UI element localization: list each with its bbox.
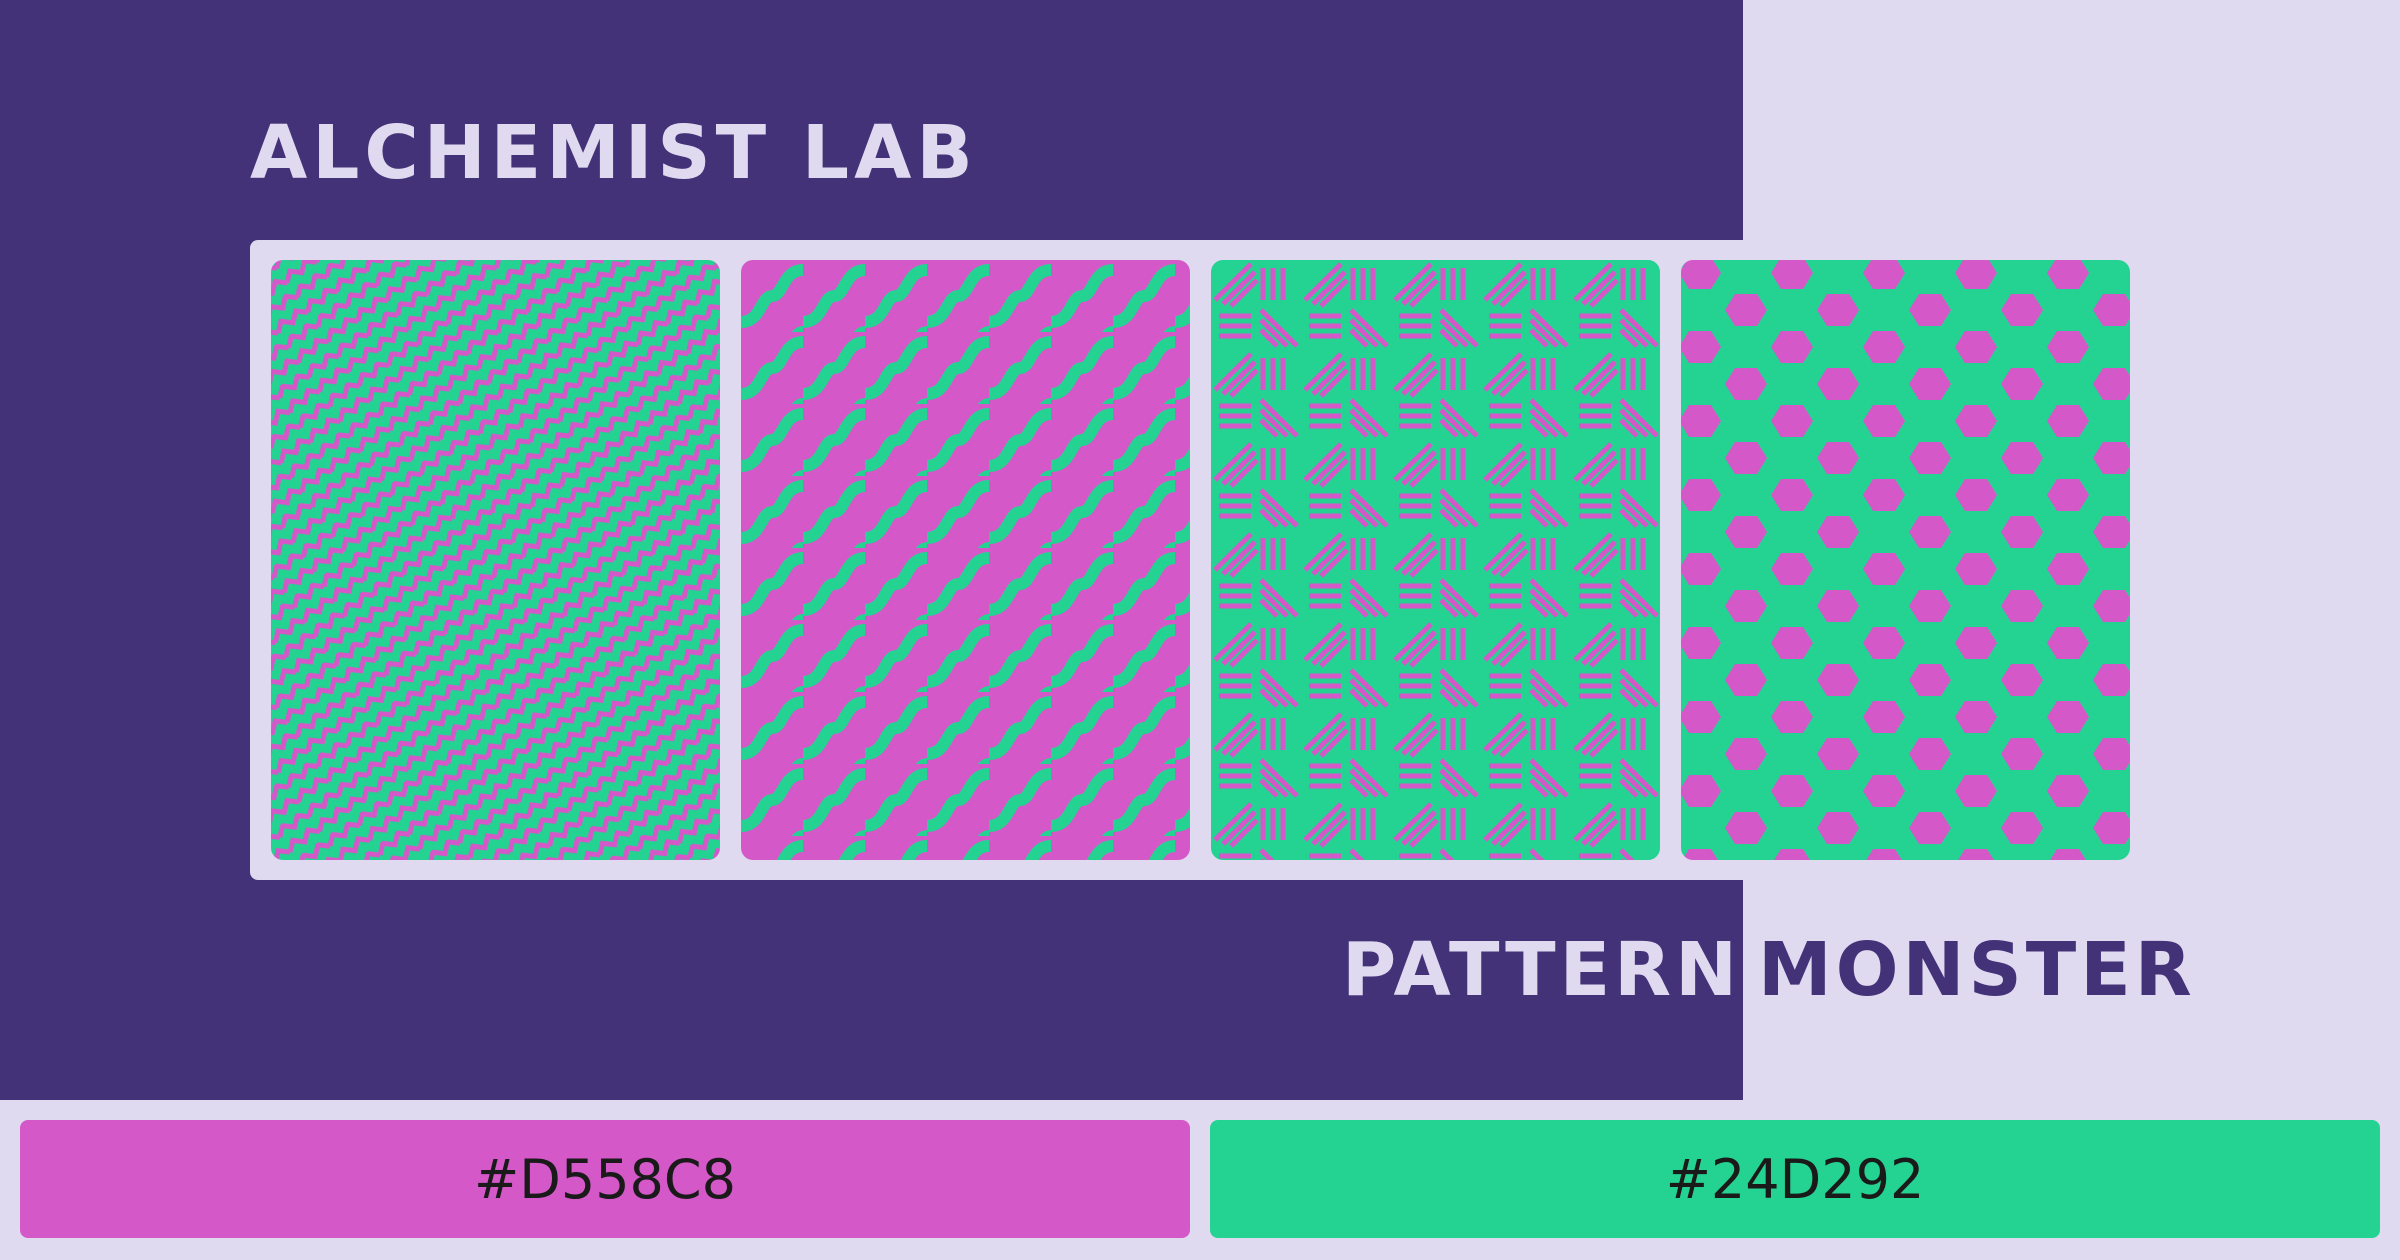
swatch-label-green: #24D292: [1665, 1147, 1925, 1211]
brand-name-second: MONSTER: [1758, 927, 2196, 1013]
chevron-pattern-graphic: [271, 260, 720, 860]
brand-name-first: PATTERN: [1342, 927, 1742, 1013]
hexagon-pattern-graphic: [1681, 260, 2130, 860]
color-swatch-green[interactable]: #24D292: [1210, 1120, 2380, 1238]
page-title: ALCHEMIST LAB: [250, 110, 978, 196]
pattern-tile-diagonal[interactable]: [1211, 260, 1660, 860]
swatch-label-magenta: #D558C8: [474, 1147, 736, 1211]
pattern-tile-hexagon[interactable]: [1681, 260, 2130, 860]
pattern-tile-chevron[interactable]: [271, 260, 720, 860]
color-swatch-magenta[interactable]: #D558C8: [20, 1120, 1190, 1238]
wave-pattern-graphic: [741, 260, 1190, 860]
diagonal-pattern-graphic: [1211, 260, 1660, 860]
pattern-tile-wave[interactable]: [741, 260, 1190, 860]
